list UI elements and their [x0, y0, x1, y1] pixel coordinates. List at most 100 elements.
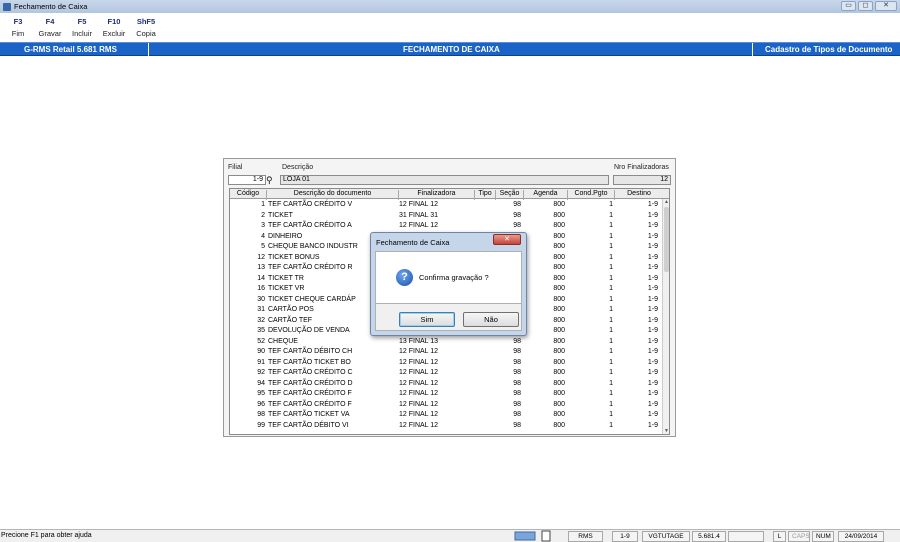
cell-dst: 1-9 — [647, 390, 658, 397]
cell-desc: TEF CARTÃO DÉBITO VI — [268, 421, 349, 429]
cell-fin: 12 FINAL 12 — [399, 348, 439, 355]
cell-sec: 98 — [513, 222, 521, 229]
gravar-button[interactable]: F4 Gravar — [36, 13, 64, 41]
dialog-footer: Sim Não — [375, 304, 522, 331]
cell-desc: TEF CARTÃO DÉBITO CH — [268, 348, 353, 355]
table-row[interactable]: 3 TEF CARTÃO CRÉDITO A 12 FINAL 12 98 800 1 1-… — [230, 221, 664, 232]
cell-fin: 13 FINAL 13 — [399, 337, 439, 345]
cell-sec: 98 — [513, 348, 521, 355]
cell-cod: 3 — [261, 222, 265, 229]
cell-cond: 1 — [609, 411, 613, 418]
scroll-up-icon[interactable]: ▲ — [663, 199, 669, 205]
cell-sec: 98 — [513, 358, 521, 366]
copia-button[interactable]: ShF5 Copia — [132, 13, 160, 41]
question-icon: ? — [396, 269, 413, 286]
column-header-secao[interactable]: Seção — [496, 190, 523, 197]
cell-age: 800 — [553, 400, 565, 408]
window-titlebar: Fechamento de Caixa ▭ ◻ ✕ — [0, 0, 900, 13]
cell-fin: 31 FINAL 31 — [399, 211, 439, 219]
cell-desc: CARTÃO TEF — [268, 316, 313, 324]
dialog-title: Fechamento de Caixa — [376, 238, 450, 247]
excluir-button[interactable]: F10 Excluir — [100, 13, 128, 41]
table-row[interactable]: 94 TEF CARTÃO CRÉDITO D 12 FINAL 12 98 800 1 1… — [230, 379, 664, 390]
cell-cond: 1 — [609, 232, 613, 240]
column-header-finalizadora[interactable]: Finalizadora — [399, 190, 474, 197]
cell-dst: 1-9 — [647, 253, 658, 261]
cell-sec: 98 — [513, 337, 521, 345]
column-header-destino[interactable]: Destino — [615, 190, 663, 197]
incluir-button[interactable]: F5 Incluir — [68, 13, 96, 41]
dialog-message: Confirma gravação ? — [419, 273, 489, 282]
cell-sec: 98 — [513, 211, 521, 219]
cell-age: 800 — [553, 306, 565, 313]
cell-dst: 1-9 — [647, 379, 658, 387]
cell-cod: 91 — [257, 358, 265, 366]
cell-sec: 98 — [513, 400, 521, 408]
column-header-tipo[interactable]: Tipo — [475, 190, 495, 197]
fim-button[interactable]: F3 Fim — [4, 13, 32, 41]
cell-age: 800 — [553, 232, 565, 240]
table-row[interactable]: 99 TEF CARTÃO DÉBITO VI 12 FINAL 12 98 800 1 1… — [230, 421, 664, 432]
status-filial: 1-9 — [612, 531, 638, 542]
cell-cond: 1 — [609, 316, 613, 324]
cell-cond: 1 — [609, 400, 613, 408]
table-scrollbar[interactable]: ▲ ▼ — [662, 199, 669, 434]
table-row[interactable]: 96 TEF CARTÃO CRÉDITO F 12 FINAL 12 98 800 1 1… — [230, 400, 664, 411]
sim-button[interactable]: Sim — [399, 312, 455, 327]
cell-cond: 1 — [609, 253, 613, 261]
cell-dst: 1-9 — [647, 316, 658, 324]
cell-cod: 95 — [257, 390, 265, 397]
minimize-button[interactable]: ▭ — [841, 1, 856, 11]
cell-desc: TICKET VR — [268, 285, 305, 292]
cell-fin: 12 FINAL 12 — [399, 358, 439, 366]
table-row[interactable]: 95 TEF CARTÃO CRÉDITO F 12 FINAL 12 98 800 1 1… — [230, 389, 664, 400]
column-header-descricao[interactable]: Descrição do documento — [267, 190, 398, 197]
cell-cond: 1 — [609, 201, 613, 208]
status-date: 24/09/2014 — [838, 531, 884, 542]
cell-desc: TICKET BONUS — [268, 253, 320, 261]
cell-cod: 52 — [257, 337, 265, 345]
table-row[interactable]: 92 TEF CARTÃO CRÉDITO C 12 FINAL 12 98 800 1 1… — [230, 368, 664, 379]
cell-desc: TEF CARTÃO CRÉDITO F — [268, 390, 352, 397]
cell-dst: 1-9 — [647, 421, 658, 429]
status-program: VGTUTAGE — [642, 531, 690, 542]
column-header-codigo[interactable]: Código — [230, 190, 266, 197]
cell-age: 800 — [553, 211, 565, 219]
cell-desc: TEF CARTÃO CRÉDITO R — [268, 264, 353, 271]
dialog-close-button[interactable]: ✕ — [493, 234, 521, 245]
table-row[interactable]: 98 TEF CARTÃO TICKET VA 12 FINAL 12 98 800 1 1… — [230, 410, 664, 421]
cell-sec: 98 — [513, 379, 521, 387]
cell-age: 800 — [553, 222, 565, 229]
cell-dst: 1-9 — [647, 274, 658, 282]
cell-dst: 1-9 — [647, 358, 658, 366]
filial-label: Filial — [228, 164, 243, 171]
cell-cond: 1 — [609, 222, 613, 229]
table-row[interactable]: 91 TEF CARTÃO TICKET BO 12 FINAL 12 98 800 1 1… — [230, 358, 664, 369]
nao-button[interactable]: Não — [463, 312, 519, 327]
cell-cond: 1 — [609, 358, 613, 366]
cell-dst: 1-9 — [647, 411, 658, 418]
close-window-button[interactable]: ✕ — [875, 1, 897, 11]
cell-age: 800 — [553, 253, 565, 261]
maximize-button[interactable]: ◻ — [858, 1, 873, 11]
scroll-down-icon[interactable]: ▼ — [663, 428, 669, 434]
cell-cod: 4 — [261, 232, 265, 240]
cell-dst: 1-9 — [647, 348, 658, 355]
table-row[interactable]: 90 TEF CARTÃO DÉBITO CH 12 FINAL 12 98 800 1 1… — [230, 347, 664, 358]
column-header-cond-pgto[interactable]: Cond.Pgto — [568, 190, 614, 197]
table-row[interactable]: 2 TICKET 31 FINAL 31 98 800 1 1-9 — [230, 211, 664, 222]
table-row[interactable]: 52 CHEQUE 13 FINAL 13 98 800 1 1-9 — [230, 337, 664, 348]
cell-cond: 1 — [609, 306, 613, 313]
status-user: RMS — [568, 531, 603, 542]
filial-field[interactable]: 1-9 — [228, 175, 266, 185]
table-row[interactable]: 1 TEF CARTÃO CRÉDITO V 12 FINAL 12 98 800 1 1-… — [230, 200, 664, 211]
cell-cod: 5 — [261, 243, 265, 250]
column-header-agenda[interactable]: Agenda — [524, 190, 567, 197]
cell-cod: 31 — [257, 306, 265, 313]
cell-age: 800 — [553, 264, 565, 271]
scroll-thumb[interactable] — [664, 207, 669, 272]
binoculars-search-icon[interactable]: ⚲ — [266, 175, 273, 186]
cell-dst: 1-9 — [647, 232, 658, 240]
cell-cod: 1 — [261, 201, 265, 208]
cell-age: 800 — [553, 316, 565, 324]
